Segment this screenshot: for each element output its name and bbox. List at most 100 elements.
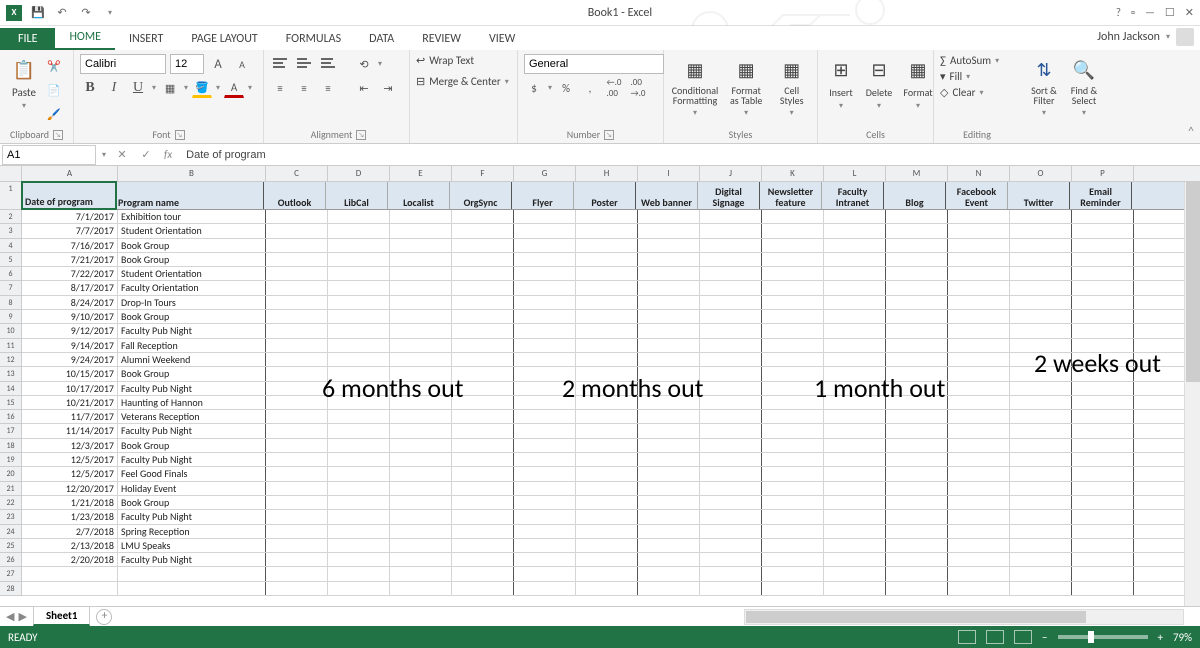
row-header-3[interactable]: 3 (0, 224, 21, 238)
cell[interactable] (1072, 224, 1134, 237)
copy-icon[interactable]: 📄 (44, 80, 64, 100)
cell[interactable] (1072, 353, 1134, 366)
cell[interactable] (948, 353, 1010, 366)
cell[interactable] (514, 467, 576, 480)
font-color-icon[interactable]: A (224, 78, 244, 98)
cell[interactable] (328, 339, 390, 352)
cell[interactable] (1010, 467, 1072, 480)
cell[interactable] (266, 453, 328, 466)
cell[interactable] (452, 553, 514, 566)
cell[interactable] (328, 424, 390, 437)
zoom-out-icon[interactable]: − (1042, 631, 1047, 644)
row-header-22[interactable]: 22 (0, 496, 21, 510)
cell[interactable] (1010, 396, 1072, 409)
cell[interactable] (390, 496, 452, 509)
tab-page-layout[interactable]: PAGE LAYOUT (177, 28, 271, 50)
align-right-icon[interactable]: ≡ (318, 78, 338, 98)
tab-home[interactable]: HOME (55, 26, 115, 50)
cell[interactable] (390, 224, 452, 237)
header-cell[interactable]: Program name (116, 182, 264, 209)
cell[interactable] (638, 410, 700, 423)
cell[interactable] (328, 281, 390, 294)
table-row[interactable]: 7/1/2017Exhibition tour (22, 210, 1200, 224)
name-box-input[interactable] (2, 145, 96, 165)
cell[interactable] (948, 453, 1010, 466)
cell[interactable] (514, 224, 576, 237)
save-icon[interactable]: 💾 (30, 5, 46, 21)
row-header-6[interactable]: 6 (0, 267, 21, 281)
cell[interactable] (700, 310, 762, 323)
cell[interactable]: 10/21/2017 (22, 396, 118, 409)
cell[interactable]: 7/1/2017 (22, 210, 118, 223)
column-header-A[interactable]: A (22, 166, 118, 181)
cell[interactable] (390, 553, 452, 566)
formula-input[interactable] (178, 149, 1200, 161)
cell[interactable] (452, 253, 514, 266)
cell[interactable] (390, 239, 452, 252)
cell[interactable] (886, 324, 948, 337)
cell[interactable] (1072, 239, 1134, 252)
cell[interactable] (1072, 382, 1134, 395)
clipboard-launcher-icon[interactable]: ↘ (53, 130, 63, 140)
worksheet-grid[interactable]: ABCDEFGHIJKLMNOP 12345678910111213141516… (0, 166, 1200, 606)
cell[interactable] (514, 453, 576, 466)
cell[interactable] (266, 525, 328, 538)
cell[interactable]: Faculty Pub Night (118, 324, 266, 337)
header-cell[interactable]: Digital Signage (698, 182, 760, 209)
column-header-E[interactable]: E (390, 166, 452, 181)
row-header-8[interactable]: 8 (0, 296, 21, 310)
column-header-B[interactable]: B (118, 166, 266, 181)
help-icon[interactable]: ? (1116, 6, 1121, 19)
cell[interactable] (700, 239, 762, 252)
cell[interactable]: 12/5/2017 (22, 453, 118, 466)
cell[interactable] (452, 339, 514, 352)
cell[interactable] (638, 224, 700, 237)
cell[interactable] (576, 367, 638, 380)
table-row[interactable]: 12/3/2017Book Group (22, 439, 1200, 453)
table-row[interactable]: 12/5/2017Feel Good Finals (22, 467, 1200, 481)
cell[interactable] (328, 324, 390, 337)
cell[interactable] (638, 382, 700, 395)
cell[interactable] (1072, 310, 1134, 323)
cell[interactable] (824, 324, 886, 337)
cell[interactable] (266, 539, 328, 552)
cell[interactable] (452, 353, 514, 366)
cell[interactable] (390, 382, 452, 395)
redo-icon[interactable]: ↷ (78, 5, 94, 21)
cell[interactable] (514, 525, 576, 538)
table-row[interactable]: 12/5/2017Faculty Pub Night (22, 453, 1200, 467)
cell[interactable] (1072, 553, 1134, 566)
cell[interactable] (390, 482, 452, 495)
header-cell[interactable]: Blog (884, 182, 946, 209)
sheet-nav-prev-icon[interactable]: ◀ (6, 610, 14, 623)
column-header-P[interactable]: P (1072, 166, 1134, 181)
row-header-1[interactable]: 1 (0, 182, 21, 210)
cell[interactable] (328, 239, 390, 252)
cell[interactable] (700, 367, 762, 380)
cell[interactable] (576, 496, 638, 509)
increase-indent-icon[interactable]: ⇥ (378, 78, 398, 98)
cell[interactable] (1010, 482, 1072, 495)
cell[interactable] (514, 339, 576, 352)
cell[interactable] (886, 453, 948, 466)
cell[interactable]: 1/21/2018 (22, 496, 118, 509)
cancel-formula-icon[interactable]: ✕ (110, 148, 134, 161)
row-header-25[interactable]: 25 (0, 539, 21, 553)
fill-button[interactable]: ▾Fill▾ (940, 70, 1014, 83)
cell[interactable] (266, 553, 328, 566)
cell[interactable] (886, 339, 948, 352)
cell[interactable] (576, 296, 638, 309)
cell[interactable] (328, 510, 390, 523)
column-header-I[interactable]: I (638, 166, 700, 181)
cell[interactable] (824, 382, 886, 395)
cell[interactable] (700, 410, 762, 423)
cell[interactable] (576, 467, 638, 480)
cell[interactable] (948, 253, 1010, 266)
cell[interactable] (576, 353, 638, 366)
cell[interactable]: Drop-In Tours (118, 296, 266, 309)
cell[interactable] (576, 210, 638, 223)
cell[interactable] (328, 267, 390, 280)
tab-insert[interactable]: INSERT (115, 28, 177, 50)
cell[interactable] (886, 224, 948, 237)
cell[interactable] (762, 525, 824, 538)
